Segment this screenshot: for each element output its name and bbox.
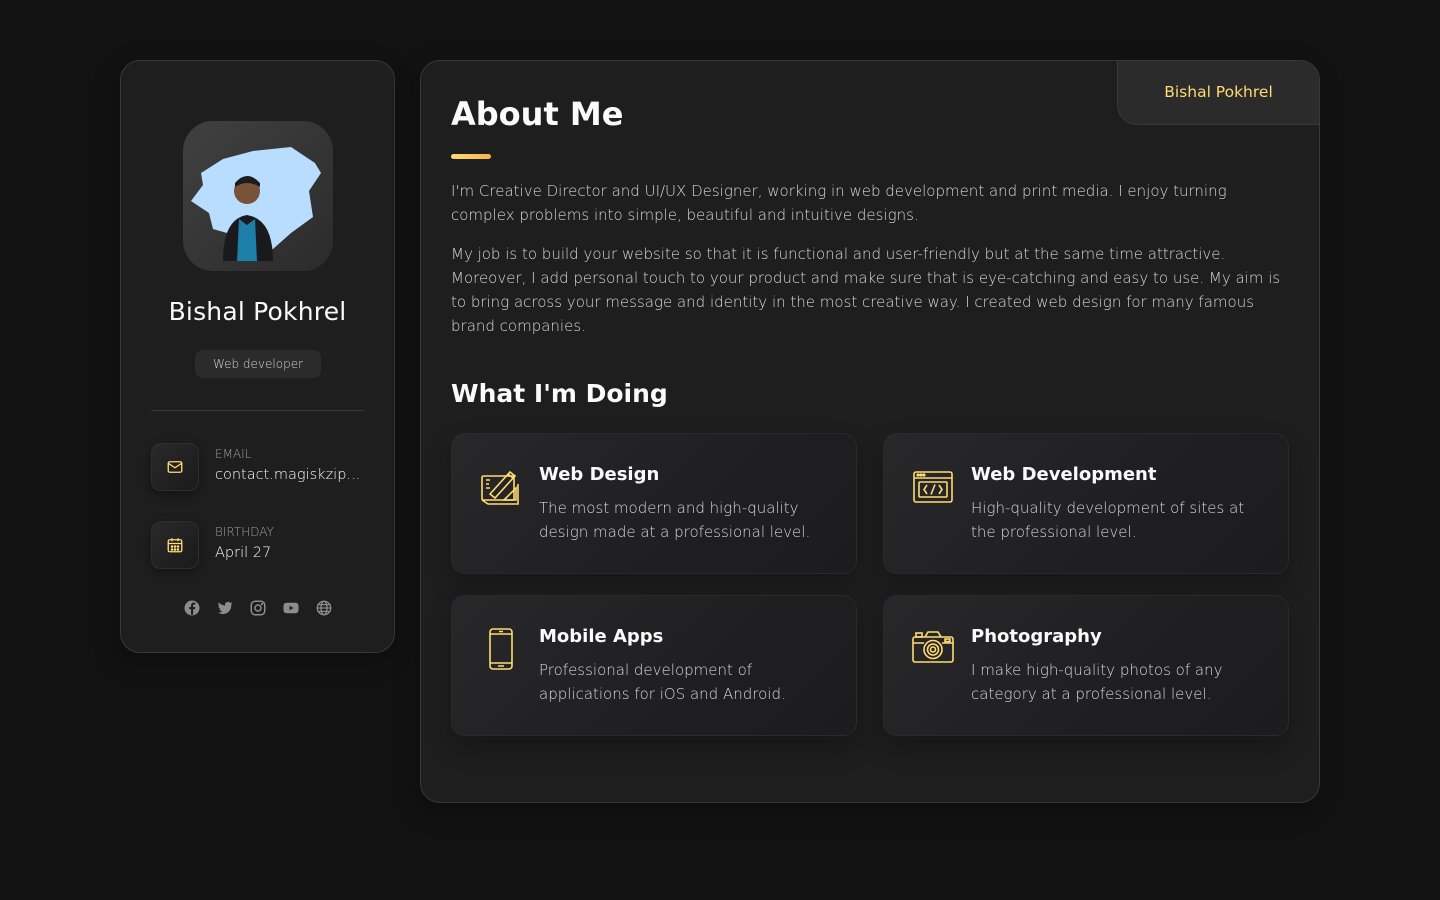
service-text: The most modern and high-quality design … <box>539 499 811 541</box>
birthday-label: Birthday <box>215 525 274 539</box>
camera-icon <box>912 628 954 670</box>
service-card-web-design: Web Design The most modern and high-qual… <box>451 433 857 574</box>
mobile-icon <box>480 628 522 670</box>
avatar-image <box>191 147 321 261</box>
service-title: Web Development <box>971 464 1157 485</box>
instagram-icon[interactable] <box>249 599 267 617</box>
calendar-icon <box>151 521 199 569</box>
service-text: High-quality development of sites at the… <box>971 499 1245 541</box>
service-card-photography: Photography I make high-quality photos o… <box>883 595 1289 736</box>
main-content: Bishal Pokhrel About Me I'm Creative Dir… <box>420 60 1320 803</box>
code-icon <box>912 466 954 508</box>
service-title: Photography <box>971 626 1102 647</box>
globe-icon[interactable] <box>315 599 333 617</box>
page-title: About Me <box>451 95 624 133</box>
email-label: Email <box>215 447 252 461</box>
nav-tab-active[interactable]: Bishal Pokhrel <box>1117 61 1319 125</box>
design-icon <box>480 466 522 508</box>
service-title: Mobile Apps <box>539 626 664 647</box>
service-card-mobile-apps: Mobile Apps Professional development of … <box>451 595 857 736</box>
about-paragraph-1: I'm Creative Director and UI/UX Designer… <box>451 182 1227 224</box>
mail-icon <box>151 443 199 491</box>
twitter-icon[interactable] <box>216 599 234 617</box>
birthday-value: April 27 <box>215 545 272 561</box>
sidebar-separator <box>151 410 364 411</box>
title-underline <box>451 154 491 159</box>
service-text: Professional development of applications… <box>539 661 786 703</box>
about-paragraph-2: My job is to build your website so that … <box>451 245 1281 335</box>
contact-email: Email contact.magiskzip... <box>151 443 371 491</box>
service-text: I make high-quality photos of any catego… <box>971 661 1223 703</box>
social-links <box>121 599 394 617</box>
job-title-badge: Web developer <box>195 350 321 378</box>
youtube-icon[interactable] <box>282 599 300 617</box>
service-title: Web Design <box>539 464 660 485</box>
facebook-icon[interactable] <box>183 599 201 617</box>
sidebar: Bishal Pokhrel Web developer Email conta… <box>120 60 395 653</box>
sidebar-name: Bishal Pokhrel <box>168 297 347 326</box>
services-title: What I'm Doing <box>451 379 668 408</box>
avatar <box>183 121 333 271</box>
contact-birthday: Birthday April 27 <box>151 521 371 569</box>
service-card-web-development: Web Development High-quality development… <box>883 433 1289 574</box>
email-link[interactable]: contact.magiskzip... <box>215 467 365 483</box>
